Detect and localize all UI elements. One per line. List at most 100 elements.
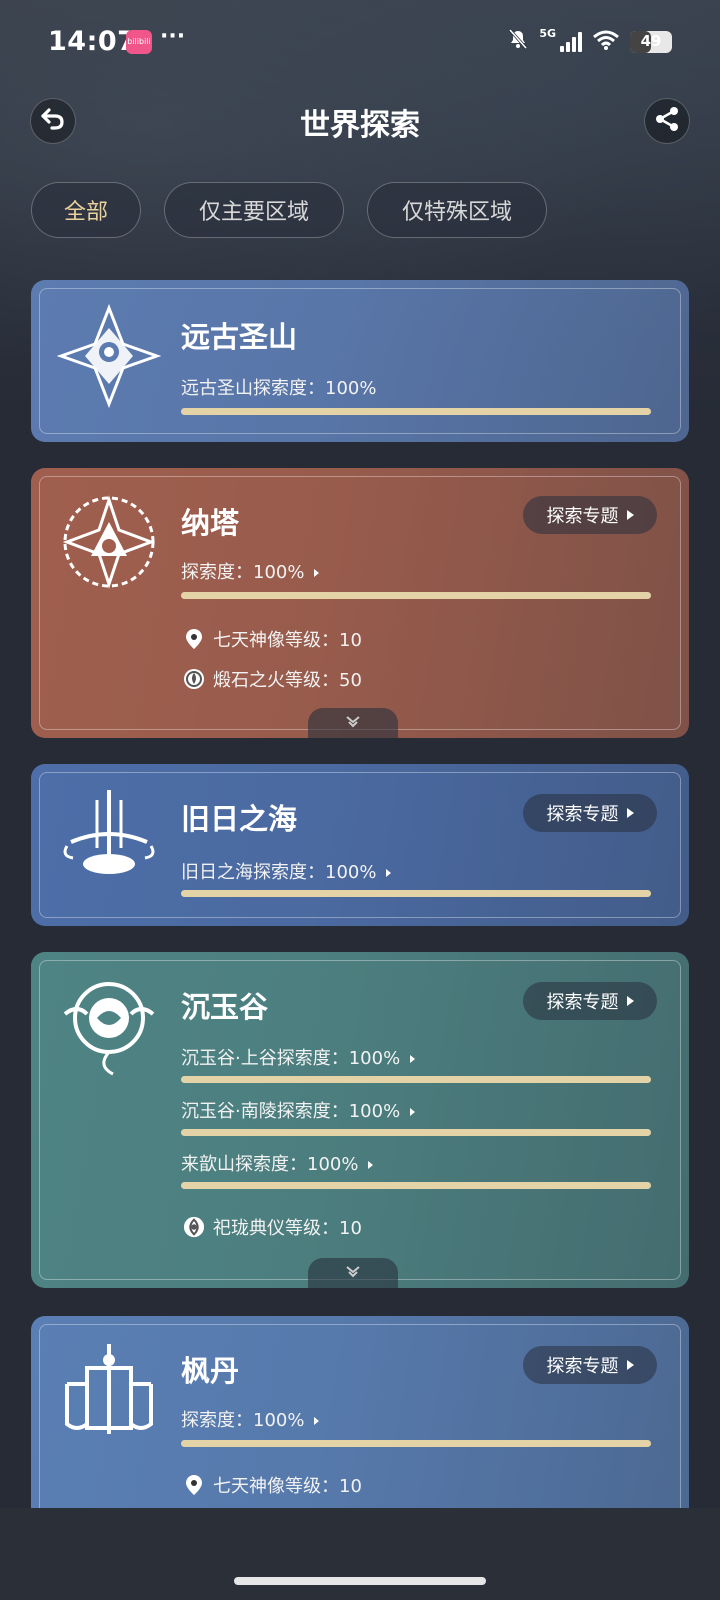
chevron-right-icon xyxy=(314,569,320,577)
ritual-icon xyxy=(183,1216,205,1238)
exploration-topic-button[interactable]: 探索专题 xyxy=(523,982,657,1020)
exploration-progress-bar xyxy=(181,1076,651,1083)
exploration-progress-label[interactable]: 旧日之海探索度：100% xyxy=(181,858,392,884)
forge-level-row: 煅石之火等级：50 xyxy=(183,666,362,692)
wifi-icon xyxy=(592,29,620,55)
topic-button-label: 探索专题 xyxy=(546,804,619,825)
progress-value: 100% xyxy=(348,1101,401,1122)
signal-icon xyxy=(560,31,582,52)
exploration-progress-bar xyxy=(181,1182,651,1189)
chevron-right-icon xyxy=(626,996,634,1006)
exploration-progress-bar xyxy=(181,1440,651,1447)
chenyu-vale-emblem-icon xyxy=(57,974,161,1078)
region-card-fontaine[interactable]: 枫丹 探索专题 探索度：100% 七天神像等级：10 xyxy=(31,1316,689,1508)
region-title: 远古圣山 xyxy=(181,320,298,354)
progress-name: 远古圣山探索度： xyxy=(181,378,325,399)
topic-button-label: 探索专题 xyxy=(546,992,619,1013)
filter-tab-all[interactable]: 全部 xyxy=(31,182,141,238)
progress-bar-fill xyxy=(181,1129,651,1136)
sacred-mountain-emblem-icon xyxy=(56,303,162,409)
region-card-natlan[interactable]: 纳塔 探索专题 探索度：100% 七天神像等级：10 煅石之火等级：50 xyxy=(31,468,689,738)
exploration-progress-label: 远古圣山探索度：100% xyxy=(181,374,376,400)
progress-value: 100% xyxy=(253,1410,305,1431)
chevron-right-icon xyxy=(626,510,634,520)
mute-bell-icon xyxy=(507,28,529,55)
forge-fire-icon xyxy=(183,668,205,690)
chevron-right-icon xyxy=(410,1108,416,1116)
region-card-ancient-sacred-mountain[interactable]: 远古圣山 远古圣山探索度：100% xyxy=(31,280,689,442)
chevron-right-icon xyxy=(368,1161,374,1169)
status-icons: 5G 49 xyxy=(507,27,672,55)
exploration-progress-label[interactable]: 沉玉谷·上谷探索度：100% xyxy=(181,1044,416,1070)
topic-button-label: 探索专题 xyxy=(546,1356,619,1377)
fontaine-emblem-icon xyxy=(57,1338,161,1442)
region-list[interactable]: 远古圣山 远古圣山探索度：100% 纳塔 探索专题 探索度：100% 七天神像等… xyxy=(0,270,720,1508)
region-card-sea-of-bygone-eras[interactable]: 旧日之海 探索专题 旧日之海探索度：100% xyxy=(31,764,689,926)
statue-level-row: 七天神像等级：10 xyxy=(183,626,362,652)
region-title: 旧日之海 xyxy=(181,802,298,836)
progress-name: 探索度： xyxy=(181,1410,253,1431)
progress-bar-fill xyxy=(181,1076,651,1083)
home-indicator[interactable] xyxy=(234,1577,486,1585)
filter-tab-special-regions[interactable]: 仅特殊区域 xyxy=(367,182,547,238)
location-pin-icon xyxy=(183,1474,205,1496)
share-button[interactable] xyxy=(644,98,690,144)
expand-button[interactable] xyxy=(308,708,398,738)
sea-emblem-icon xyxy=(57,786,161,890)
bilibili-app-icon: bilibili xyxy=(126,30,152,54)
chevron-right-icon xyxy=(314,1417,320,1425)
level-text: 祀珑典仪等级：10 xyxy=(213,1218,362,1239)
battery-percent: 49 xyxy=(640,31,662,50)
exploration-progress-bar xyxy=(181,1129,651,1136)
chevron-right-icon xyxy=(626,808,634,818)
chevron-right-icon xyxy=(386,869,392,877)
exploration-topic-button[interactable]: 探索专题 xyxy=(523,1346,657,1384)
exploration-progress-label[interactable]: 探索度：100% xyxy=(181,558,320,584)
progress-name: 沉玉谷·上谷探索度： xyxy=(181,1048,349,1069)
progress-name: 旧日之海探索度： xyxy=(181,862,325,883)
chevron-right-icon xyxy=(626,1360,634,1370)
progress-name: 探索度： xyxy=(181,562,253,583)
network-type: 5G xyxy=(539,27,556,40)
exploration-progress-label[interactable]: 沉玉谷·南陵探索度：100% xyxy=(181,1097,416,1123)
region-title: 枫丹 xyxy=(181,1354,240,1388)
level-text: 煅石之火等级：50 xyxy=(213,670,362,691)
progress-bar-fill xyxy=(181,1182,651,1189)
region-title: 沉玉谷 xyxy=(181,990,269,1024)
region-card-chenyu-vale[interactable]: 沉玉谷 探索专题 沉玉谷·上谷探索度：100% 沉玉谷·南陵探索度：100% 来… xyxy=(31,952,689,1288)
progress-value: 100% xyxy=(325,862,377,883)
exploration-topic-button[interactable]: 探索专题 xyxy=(523,496,657,534)
ritual-level-row: 祀珑典仪等级：10 xyxy=(183,1214,362,1240)
region-title: 纳塔 xyxy=(181,506,240,540)
double-chevron-down-icon xyxy=(344,714,362,733)
progress-name: 来歆山探索度： xyxy=(181,1154,307,1175)
exploration-progress-bar xyxy=(181,592,651,599)
location-pin-icon xyxy=(183,628,205,650)
progress-value: 100% xyxy=(348,1048,401,1069)
progress-value: 100% xyxy=(307,1154,359,1175)
bottom-safe-area xyxy=(0,1508,720,1600)
progress-value: 100% xyxy=(325,378,377,399)
exploration-progress-bar xyxy=(181,890,651,897)
status-bar: 14:07 bilibili ··· 5G 49 xyxy=(0,0,720,84)
exploration-progress-bar xyxy=(181,408,651,415)
double-chevron-down-icon xyxy=(344,1264,362,1283)
exploration-topic-button[interactable]: 探索专题 xyxy=(523,794,657,832)
exploration-progress-label[interactable]: 探索度：100% xyxy=(181,1406,320,1432)
level-text: 七天神像等级：10 xyxy=(213,630,362,651)
chevron-right-icon xyxy=(410,1055,416,1063)
progress-bar-fill xyxy=(181,1440,651,1447)
battery-icon: 49 xyxy=(630,30,672,53)
natlan-emblem-icon xyxy=(57,490,161,594)
progress-value: 100% xyxy=(253,562,305,583)
expand-button[interactable] xyxy=(308,1258,398,1288)
page-title: 世界探索 xyxy=(300,108,420,143)
share-icon xyxy=(654,106,680,136)
filter-tab-main-regions[interactable]: 仅主要区域 xyxy=(164,182,344,238)
level-text: 七天神像等级：10 xyxy=(213,1476,362,1497)
progress-bar-fill xyxy=(181,592,651,599)
progress-bar-fill xyxy=(181,890,651,897)
exploration-progress-label[interactable]: 来歆山探索度：100% xyxy=(181,1150,374,1176)
topic-button-label: 探索专题 xyxy=(546,506,619,527)
progress-bar-fill xyxy=(181,408,651,415)
